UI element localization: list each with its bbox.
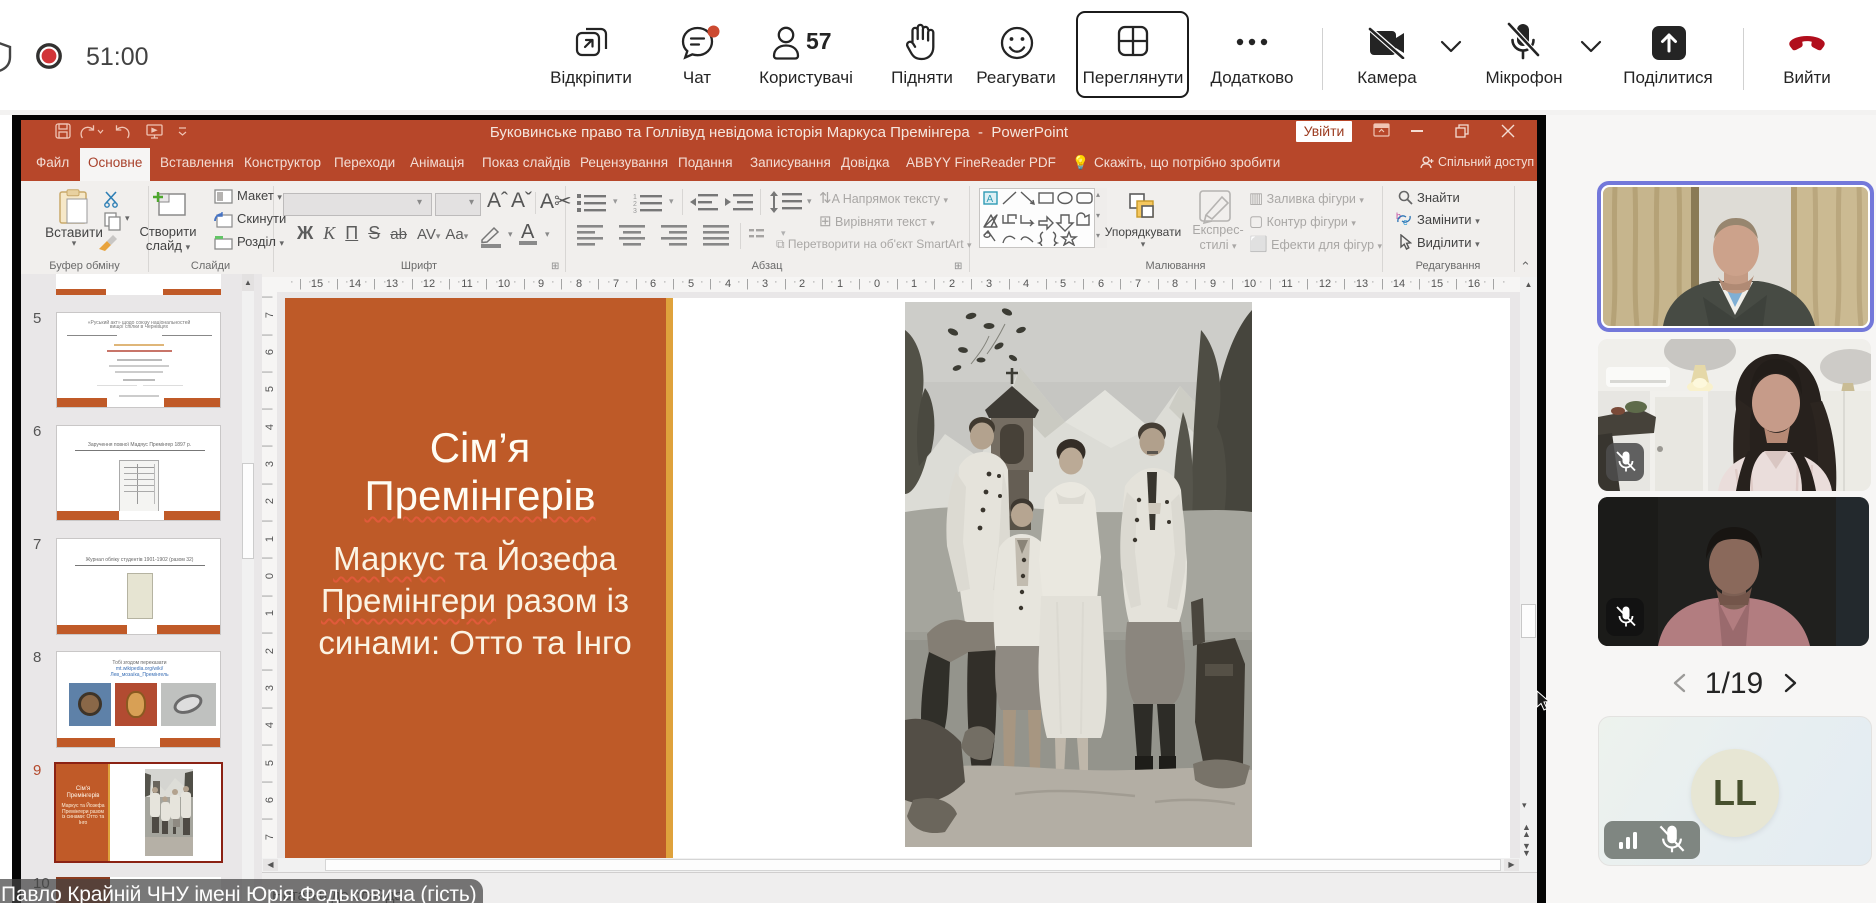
svg-text:3: 3: [633, 208, 637, 213]
svg-text:1: 1: [633, 194, 637, 201]
svg-text:2: 2: [633, 201, 637, 208]
svg-text:A: A: [987, 194, 994, 205]
